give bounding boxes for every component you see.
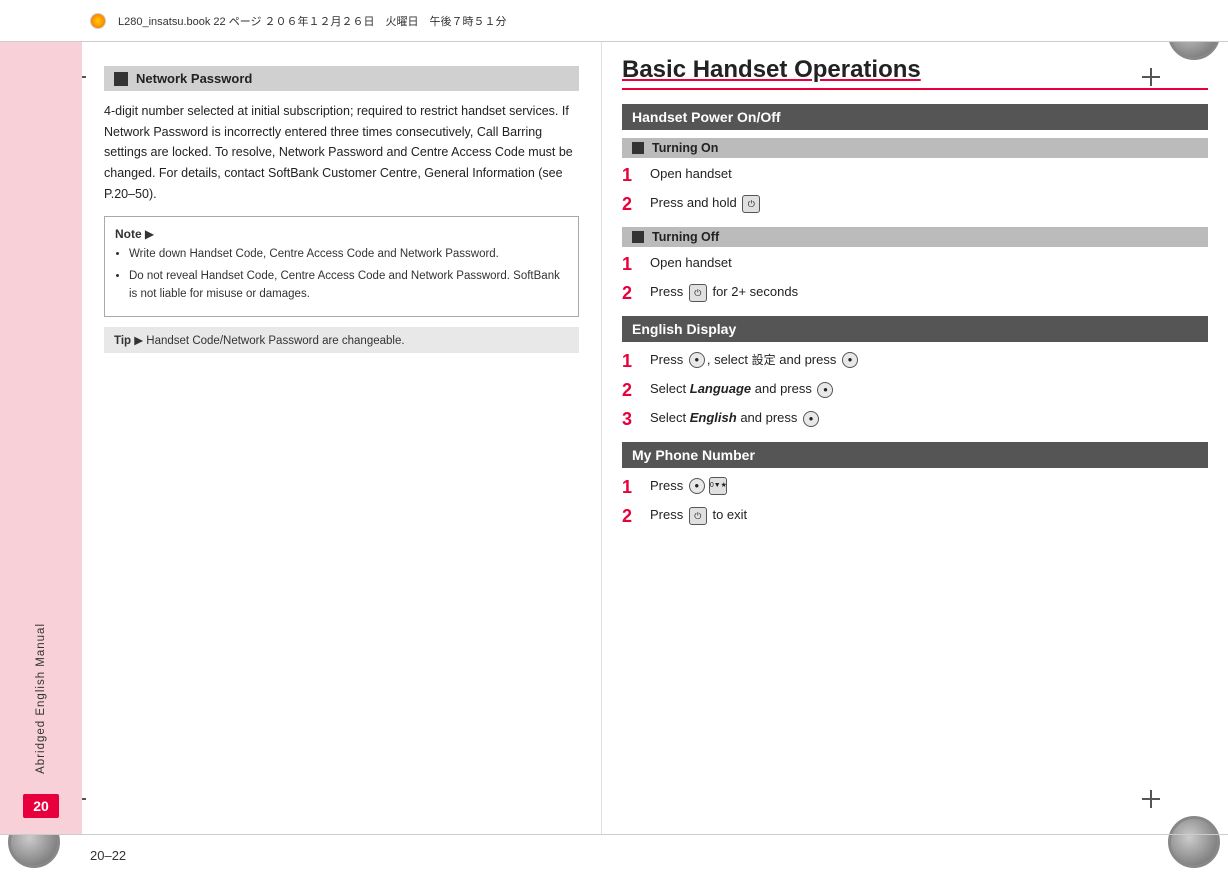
num-btn: 0▼★ [709,477,727,495]
step-item: 2 Press and hold ⏻ [622,193,1208,216]
subsection-turning-on: Turning On [622,138,1208,158]
step-item: 1 Open handset [622,164,1208,187]
menu-circle-btn: ● [689,352,705,368]
step-text-3: Select English and press ● [650,408,821,428]
note-bullet-1: Write down Handset Code, Centre Access C… [129,245,568,263]
note-bullets-list: Write down Handset Code, Centre Access C… [129,245,568,304]
step-item: 3 Select English and press ● [622,408,1208,431]
right-column: Basic Handset Operations Handset Power O… [602,42,1228,834]
step-num-1: 1 [622,476,642,499]
section-english-display-title: English Display [632,321,736,337]
section-handset-power-title: Handset Power On/Off [632,109,781,125]
network-password-header: Network Password [104,66,579,91]
circle-0-btn: ● [689,478,705,494]
step-num-2: 2 [622,282,642,305]
subsection-black-sq-2 [632,231,644,243]
turning-on-steps: 1 Open handset 2 Press and hold ⏻ [622,164,1208,217]
tip-box: Tip ▶ Handset Code/Network Password are … [104,327,579,353]
step-item: 2 Press ⏻ to exit [622,505,1208,528]
left-column: Network Password 4-digit number selected… [82,42,602,834]
step-text-2: Press ⏻ for 2+ seconds [650,282,798,302]
end-btn-icon: ⏻ [689,507,707,525]
tip-arrow: ▶ [134,335,146,347]
section-my-phone-number: My Phone Number [622,442,1208,468]
tip-label: Tip [114,335,131,347]
main-content: Network Password 4-digit number selected… [82,42,1228,834]
turning-off-steps: 1 Open handset 2 Press ⏻ for 2+ seconds [622,253,1208,306]
step-text-2: Press and hold ⏻ [650,193,762,213]
ok-circle-btn: ● [842,352,858,368]
power-button-icon: ⏻ [742,195,760,213]
step-item: 1 Open handset [622,253,1208,276]
note-arrow: ▶ [145,227,154,241]
step-item: 1 Press ●0▼★ [622,476,1208,499]
note-bullet-2: Do not reveal Handset Code, Centre Acces… [129,267,568,304]
english-display-steps: 1 Press ●, select 設定 and press ● 2 Selec… [622,350,1208,432]
network-password-title: Network Password [136,71,252,86]
bottom-bar: 20–22 [0,834,1228,876]
turning-on-label: Turning On [652,141,718,155]
step-text-2: Press ⏻ to exit [650,505,747,525]
step-item: 2 Press ⏻ for 2+ seconds [622,282,1208,305]
page-number: 20–22 [90,848,126,863]
step-num-1: 1 [622,253,642,276]
ok-circle-btn-3: ● [803,411,819,427]
step-num-1: 1 [622,350,642,373]
sidebar-page-badge: 20 [23,794,59,818]
sidebar-text: Abridged English Manual [35,623,47,774]
step-item: 2 Select Language and press ● [622,379,1208,402]
step-text-1: Press ●0▼★ [650,476,729,496]
section-my-phone-number-title: My Phone Number [632,447,755,463]
ok-circle-btn-2: ● [817,382,833,398]
top-header: L280_insatsu.book 22 ページ ２０６年１２月２６日 火曜日 … [0,0,1228,42]
step-text-1: Open handset [650,164,732,184]
section-english-display: English Display [622,316,1208,342]
sidebar: Abridged English Manual 20 [0,42,82,834]
subsection-black-sq [632,142,644,154]
step-num-2: 2 [622,193,642,216]
step-item: 1 Press ●, select 設定 and press ● [622,350,1208,373]
step-num-1: 1 [622,164,642,187]
main-title: Basic Handset Operations [622,56,1208,90]
turning-off-label: Turning Off [652,230,719,244]
step-text-1: Press ●, select 設定 and press ● [650,350,860,370]
note-box: Note ▶ Write down Handset Code, Centre A… [104,216,579,317]
note-label: Note [115,227,142,241]
network-password-body: 4-digit number selected at initial subsc… [104,101,579,204]
my-phone-steps: 1 Press ●0▼★ 2 Press ⏻ to exit [622,476,1208,529]
step-text-2: Select Language and press ● [650,379,835,399]
power-button-icon-2: ⏻ [689,284,707,302]
subsection-turning-off: Turning Off [622,227,1208,247]
tip-text: Handset Code/Network Password are change… [146,335,404,347]
step-num-2: 2 [622,379,642,402]
step-num-3: 3 [622,408,642,431]
header-book-info: L280_insatsu.book 22 ページ ２０６年１２月２６日 火曜日 … [118,13,507,29]
header-black-rect [114,72,128,86]
step-text-1: Open handset [650,253,732,273]
section-handset-power: Handset Power On/Off [622,104,1208,130]
header-circle-icon [90,13,106,29]
step-num-2: 2 [622,505,642,528]
